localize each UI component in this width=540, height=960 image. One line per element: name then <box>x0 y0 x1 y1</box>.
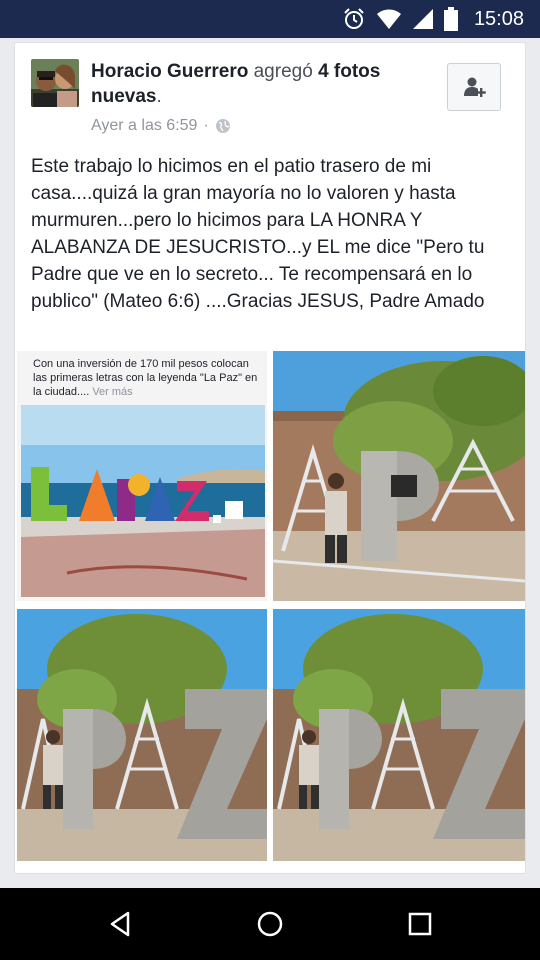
home-button[interactable] <box>250 904 290 944</box>
photo-grid: Con una inversión de 170 mil pesos coloc… <box>15 351 527 863</box>
recents-icon <box>408 912 432 936</box>
globe-icon <box>215 119 230 133</box>
photo-caption: Con una inversión de 170 mil pesos coloc… <box>33 357 265 399</box>
photo-4[interactable] <box>273 609 525 861</box>
meta-separator: · <box>203 117 209 134</box>
author-name[interactable]: Horacio Guerrero <box>91 61 248 82</box>
battery-icon <box>443 7 458 31</box>
home-icon <box>257 911 283 937</box>
post-meta: Ayer a las 6:59 · <box>91 117 231 135</box>
action-suffix: . <box>156 86 162 107</box>
back-button[interactable] <box>100 904 140 944</box>
see-more-link[interactable]: Ver más <box>92 386 132 398</box>
add-friend-icon <box>464 77 486 97</box>
news-feed[interactable]: Horacio Guerrero agregó 4 fotos nuevas. … <box>0 38 540 888</box>
status-time: 15:08 <box>473 7 524 30</box>
add-friend-button[interactable] <box>447 63 501 111</box>
wifi-icon <box>376 9 401 29</box>
action-prefix: agregó <box>248 61 319 82</box>
status-icons: 15:08 <box>342 6 524 32</box>
status-bar: 15:08 <box>0 0 540 38</box>
photo-caption-text: Con una inversión de 170 mil pesos coloc… <box>33 358 258 398</box>
post-text: Este trabajo lo hicimos en el patio tras… <box>31 156 485 312</box>
post-card: Horacio Guerrero agregó 4 fotos nuevas. … <box>14 42 526 874</box>
recents-button[interactable] <box>400 904 440 944</box>
post-header: Horacio Guerrero agregó 4 fotos nuevas. <box>91 59 431 109</box>
photo-3[interactable] <box>17 609 267 861</box>
alarm-icon <box>344 8 364 29</box>
avatar[interactable] <box>31 59 79 107</box>
back-icon <box>110 911 130 937</box>
photo-1[interactable]: Con una inversión de 170 mil pesos coloc… <box>17 351 267 601</box>
android-nav-bar <box>0 888 540 960</box>
timestamp[interactable]: Ayer a las 6:59 <box>91 117 197 135</box>
photo-2[interactable] <box>273 351 525 601</box>
signal-icon <box>412 9 433 29</box>
